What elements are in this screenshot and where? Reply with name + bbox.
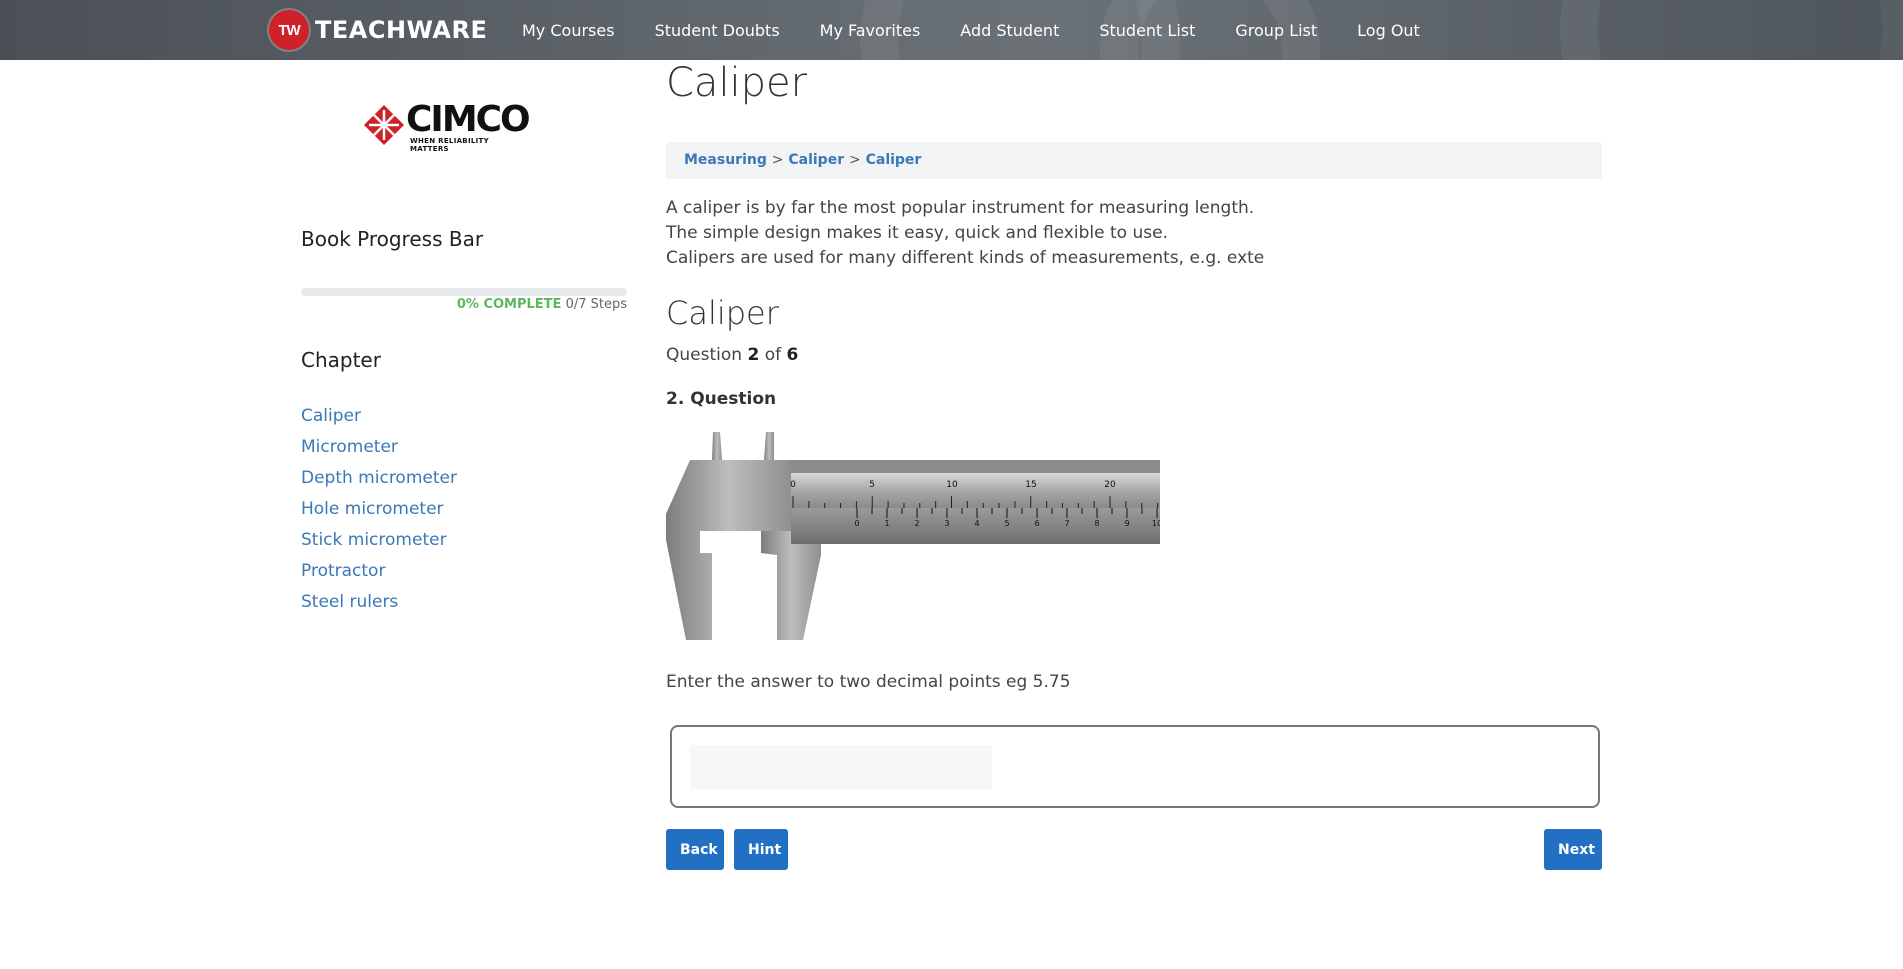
vernier-scale-label: 7 xyxy=(1064,519,1069,528)
vernier-scale-label: 8 xyxy=(1094,519,1099,528)
question-current: 2 xyxy=(747,345,760,365)
progress-percent: 0% COMPLETE xyxy=(456,297,562,312)
hint-button[interactable]: Hint xyxy=(734,829,788,870)
main-nav: My Courses Student Doubts My Favorites A… xyxy=(522,0,1460,60)
question-counter: Question 2 of 6 xyxy=(666,345,798,365)
list-item: Hole micrometer xyxy=(301,499,457,530)
progress-label: 0% COMPLETE 0/7 Steps xyxy=(301,297,627,312)
answer-instruction: Enter the answer to two decimal points e… xyxy=(666,672,1071,692)
main-scale-label: 15 xyxy=(1025,480,1036,490)
background-gear-decoration xyxy=(1560,0,1903,60)
chapter-link-protractor[interactable]: Protractor xyxy=(301,561,385,581)
nav-add-student[interactable]: Add Student xyxy=(960,21,1059,40)
brand-badge-icon: TW xyxy=(269,10,309,50)
list-item: Micrometer xyxy=(301,437,457,468)
description-line: The simple design makes it easy, quick a… xyxy=(666,223,1168,243)
next-button[interactable]: Next xyxy=(1544,829,1602,870)
nav-student-doubts[interactable]: Student Doubts xyxy=(655,21,780,40)
back-button[interactable]: Back xyxy=(666,829,724,870)
brand-logo[interactable]: TW TEACHWARE xyxy=(269,10,487,50)
progress-steps: 0/7 Steps xyxy=(565,297,627,312)
question-counter-of: of xyxy=(764,345,782,365)
cimco-logo-text: CIMCO xyxy=(406,99,531,140)
list-item: Depth micrometer xyxy=(301,468,457,499)
caliper-main-scale xyxy=(791,473,1160,508)
question-heading: 2. Question xyxy=(666,389,777,409)
page-title: Caliper xyxy=(666,60,808,106)
description-line: A caliper is by far the most popular ins… xyxy=(666,198,1255,218)
caliper-inner-jaw-right xyxy=(764,432,774,460)
chapter-title: Chapter xyxy=(301,348,381,372)
quiz-title: Caliper xyxy=(666,294,779,332)
caliper-beam-top xyxy=(791,460,1160,473)
caliper-sliding-jaw xyxy=(761,531,821,640)
caliper-illustration: 0 5 10 15 20 0 1 2 3 4 5 6 7 8 9 10 xyxy=(666,432,1160,640)
chapter-link-depth-micrometer[interactable]: Depth micrometer xyxy=(301,468,457,488)
lesson-description: A caliper is by far the most popular ins… xyxy=(666,196,1264,271)
vernier-scale-label: 3 xyxy=(944,519,949,528)
nav-log-out[interactable]: Log Out xyxy=(1357,21,1420,40)
main-scale-label: 20 xyxy=(1104,480,1116,490)
question-total: 6 xyxy=(786,345,799,365)
main-scale-label: 5 xyxy=(869,480,875,490)
brand-name: TEACHWARE xyxy=(315,16,488,44)
chapter-link-micrometer[interactable]: Micrometer xyxy=(301,437,398,457)
vernier-scale-label: 5 xyxy=(1004,519,1009,528)
cimco-logo: CIMCO WHEN RELIABILITY MATTERS xyxy=(364,99,531,153)
chapter-link-caliper[interactable]: Caliper xyxy=(301,406,361,426)
vernier-scale-label: 2 xyxy=(914,519,919,528)
answer-container xyxy=(670,725,1600,808)
list-item: Protractor xyxy=(301,561,457,592)
vernier-scale-label: 6 xyxy=(1034,519,1039,528)
nav-my-favorites[interactable]: My Favorites xyxy=(820,21,921,40)
caliper-inner-jaw-left xyxy=(712,432,722,460)
nav-my-courses[interactable]: My Courses xyxy=(522,21,615,40)
list-item: Steel rulers xyxy=(301,592,457,623)
book-progress-title: Book Progress Bar xyxy=(301,227,484,251)
list-item: Stick micrometer xyxy=(301,530,457,561)
vernier-scale-label: 4 xyxy=(974,519,979,528)
chapter-link-stick-micrometer[interactable]: Stick micrometer xyxy=(301,530,447,550)
cimco-tagline: WHEN RELIABILITY MATTERS xyxy=(410,137,489,153)
book-progress-bar xyxy=(301,288,627,296)
chapter-link-steel-rulers[interactable]: Steel rulers xyxy=(301,592,398,612)
cimco-diamond-icon xyxy=(364,105,404,145)
top-navbar: TW TEACHWARE My Courses Student Doubts M… xyxy=(0,0,1903,60)
breadcrumb-caliper-current[interactable]: Caliper xyxy=(866,152,922,168)
nav-group-list[interactable]: Group List xyxy=(1235,21,1317,40)
answer-input[interactable] xyxy=(690,745,992,789)
list-item: Caliper xyxy=(301,406,457,437)
breadcrumb-separator: > xyxy=(848,152,861,168)
chapter-link-hole-micrometer[interactable]: Hole micrometer xyxy=(301,499,444,519)
vernier-scale-label: 1 xyxy=(884,519,889,528)
breadcrumb-separator: > xyxy=(771,152,784,168)
chapter-list: Caliper Micrometer Depth micrometer Hole… xyxy=(301,406,457,623)
description-line: Calipers are used for many different kin… xyxy=(666,248,1265,268)
vernier-scale-label: 0 xyxy=(854,519,859,528)
question-counter-prefix: Question xyxy=(666,345,743,365)
vernier-scale-label: 9 xyxy=(1124,519,1129,528)
nav-student-list[interactable]: Student List xyxy=(1099,21,1195,40)
vernier-scale-label: 10 xyxy=(1152,519,1160,528)
breadcrumb-caliper[interactable]: Caliper xyxy=(788,152,844,168)
main-scale-label: 0 xyxy=(790,480,796,490)
breadcrumb-measuring[interactable]: Measuring xyxy=(684,152,767,168)
main-scale-label: 10 xyxy=(946,480,958,490)
breadcrumb: Measuring > Caliper > Caliper xyxy=(666,142,1602,179)
